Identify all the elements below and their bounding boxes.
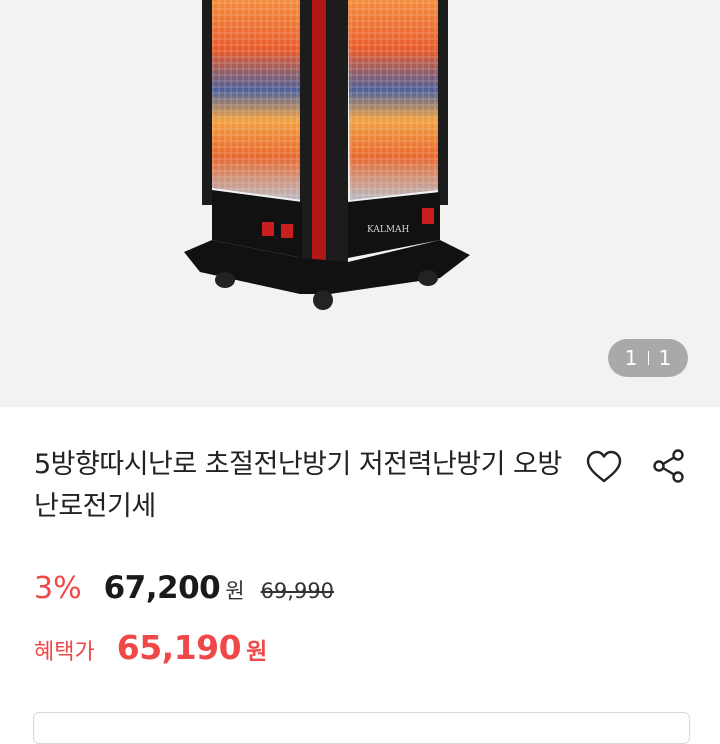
image-counter-divider	[647, 351, 649, 365]
share-icon[interactable]	[650, 447, 688, 485]
price-unit: 원	[225, 579, 245, 603]
brand-label: KALMAH	[367, 225, 410, 235]
sale-price: 67,200	[103, 570, 221, 606]
discount-rate: 3%	[34, 571, 82, 606]
benefit-price-unit: 원	[246, 639, 268, 665]
price-row: 3% 67,200 원 69,990	[34, 570, 334, 616]
option-select-box[interactable]	[33, 712, 690, 744]
benefit-price: 65,190	[116, 628, 242, 667]
original-price: 69,990	[260, 579, 335, 603]
image-counter: 1 1	[608, 339, 688, 377]
product-image-area[interactable]: KALMAH 1 1	[0, 0, 720, 407]
product-title: 5방향따시난로 초절전난방기 저전력난방기 오방난로전기세	[34, 449, 562, 522]
image-counter-current: 1	[624, 346, 638, 370]
benefit-label: 혜택가	[34, 640, 95, 665]
benefit-price-row: 혜택가 65,190 원	[34, 628, 267, 676]
heart-icon[interactable]	[585, 449, 623, 485]
image-counter-total: 1	[658, 346, 672, 370]
